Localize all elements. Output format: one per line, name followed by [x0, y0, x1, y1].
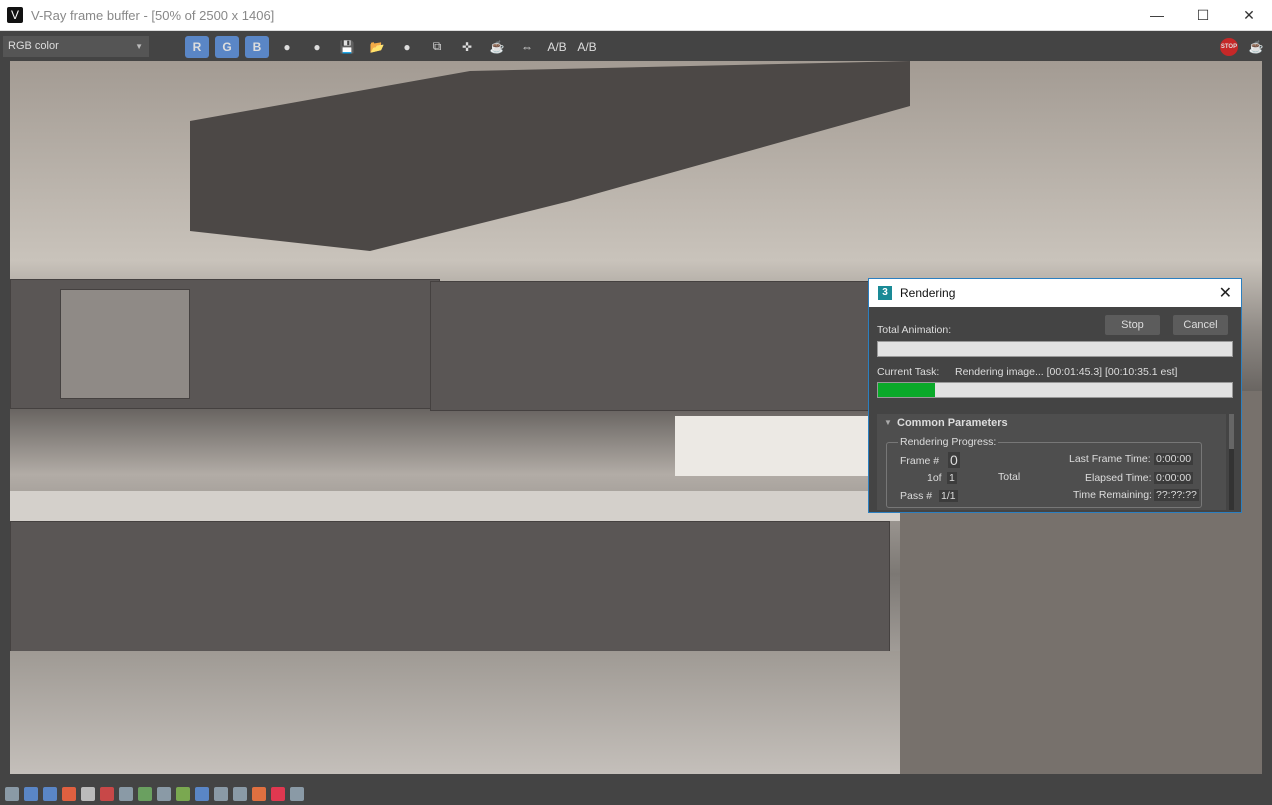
track-mouse-icon[interactable]: ✜: [455, 36, 479, 58]
open-icon[interactable]: 📂: [365, 36, 389, 58]
exposure-icon[interactable]: [157, 786, 171, 801]
green-channel-button[interactable]: G: [215, 35, 239, 58]
curves-icon[interactable]: [138, 786, 152, 801]
histogram-icon[interactable]: [119, 786, 133, 801]
lens-effects-icon[interactable]: [195, 786, 209, 801]
denoise-icon[interactable]: [290, 786, 304, 801]
view-alpha-icon[interactable]: ●: [275, 36, 299, 58]
rendering-dialog: 3 Rendering ✕ Stop Cancel Total Animatio…: [868, 278, 1242, 513]
render-teapot-icon[interactable]: ☕: [1244, 36, 1268, 58]
render-microwave: [60, 289, 190, 399]
time-remaining: ??:??:??: [1154, 489, 1199, 501]
elapsed-time-label: Elapsed Time:: [1085, 472, 1152, 484]
chevron-down-icon: ▼: [135, 42, 143, 51]
collapse-triangle-icon[interactable]: ▼: [884, 418, 892, 427]
window-title: V-Ray frame buffer - [50% of 2500 x 1406…: [31, 7, 275, 23]
ocio-icon[interactable]: [271, 786, 285, 801]
last-frame-time: 0:00:00: [1154, 453, 1194, 465]
current-task-progress: [877, 382, 1233, 398]
render-window: [675, 416, 875, 476]
channel-select-value: RGB color: [8, 40, 59, 52]
dialog-title: Rendering: [900, 286, 956, 300]
info-icon[interactable]: [43, 786, 57, 801]
gradient-icon[interactable]: [62, 786, 76, 801]
color-balance-icon[interactable]: [100, 786, 114, 801]
close-button[interactable]: ✕: [1226, 0, 1272, 31]
blue-channel-button[interactable]: B: [245, 35, 269, 58]
clear-icon[interactable]: ●: [395, 36, 419, 58]
elapsed-time: 0:00:00: [1154, 472, 1194, 484]
stop-button[interactable]: Stop: [1105, 315, 1160, 335]
ab-vertical-icon[interactable]: A/B: [575, 36, 599, 58]
group-title: Rendering Progress:: [898, 436, 999, 448]
3dsmax-icon: 3: [878, 286, 892, 300]
vray-logo-icon: V: [7, 7, 23, 23]
color-corrections-icon[interactable]: [155, 36, 179, 58]
frame-of: 1of: [927, 472, 942, 484]
render-region-teapot-icon[interactable]: ☕: [485, 36, 509, 58]
last-frame-time-label: Last Frame Time:: [1069, 453, 1151, 465]
dialog-close-button[interactable]: ✕: [1219, 283, 1232, 303]
render-upper-cabinets-right: [430, 281, 880, 411]
stereo-icon[interactable]: [252, 786, 266, 801]
layers-icon[interactable]: [24, 786, 38, 801]
monochrome-icon[interactable]: ●: [305, 36, 329, 58]
render-counter: [10, 491, 900, 521]
total-label: Total: [998, 471, 1021, 483]
maximize-button[interactable]: ☐: [1180, 0, 1226, 31]
rollout-title[interactable]: Common Parameters: [897, 417, 1008, 429]
total-animation-progress: [877, 341, 1233, 357]
hsl-icon[interactable]: [81, 786, 95, 801]
current-task-label: Current Task:: [877, 366, 940, 378]
time-remaining-label: Time Remaining:: [1073, 489, 1152, 501]
toolbar: RGB color ▼ R G B ● ● 💾 📂 ● ⧉ ✜ ☕ ⇔ A/B A/B STOP ☕: [0, 32, 1272, 61]
render-lower-cabinets: [10, 521, 890, 671]
background-image-icon[interactable]: [176, 786, 190, 801]
total-animation-label: Total Animation:: [877, 324, 952, 336]
red-channel-button[interactable]: R: [185, 35, 209, 58]
compare-ab-icon[interactable]: ⇔: [515, 36, 539, 58]
history-icon[interactable]: [233, 786, 247, 801]
cancel-button[interactable]: Cancel: [1173, 315, 1228, 335]
pass-value: 1/1: [939, 490, 958, 502]
title-bar: V V-Ray frame buffer - [50% of 2500 x 14…: [0, 0, 1272, 31]
window-icon[interactable]: [5, 786, 19, 801]
frame-label: Frame #: [900, 455, 940, 467]
lut-icon[interactable]: [214, 786, 228, 801]
stop-render-icon[interactable]: STOP: [1220, 37, 1238, 56]
ab-horizontal-icon[interactable]: A/B: [545, 36, 569, 58]
minimize-button[interactable]: —: [1134, 0, 1180, 31]
frame-of-total: 1: [947, 472, 957, 484]
rollout-scrollbar[interactable]: [1229, 414, 1234, 510]
render-ceiling: [190, 61, 910, 251]
current-task-value: Rendering image... [00:01:45.3] [00:10:3…: [955, 366, 1178, 378]
duplicate-to-max-fb-icon[interactable]: ⧉: [425, 36, 449, 58]
save-icon[interactable]: 💾: [335, 36, 359, 58]
bottom-toolbar: [0, 782, 1272, 805]
pass-label: Pass #: [900, 490, 933, 502]
frame-value: 0: [948, 452, 960, 468]
channel-select[interactable]: RGB color ▼: [3, 36, 149, 57]
